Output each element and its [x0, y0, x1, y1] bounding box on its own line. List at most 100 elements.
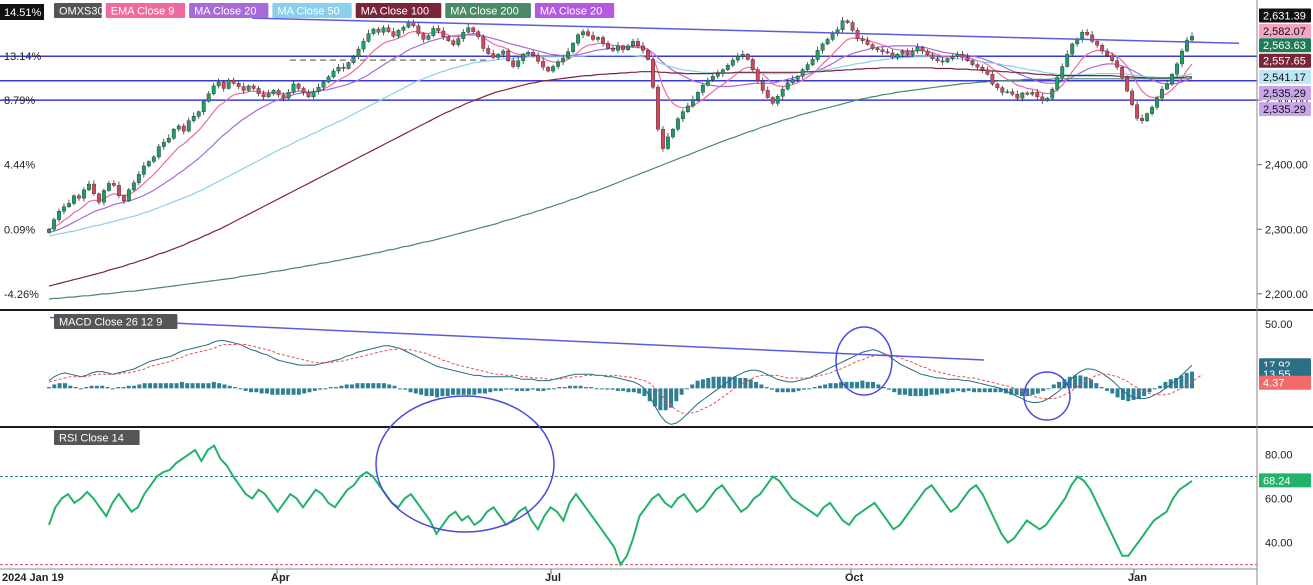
candle-body [426, 35, 431, 40]
candle[interactable] [850, 20, 855, 33]
candle-body [516, 60, 521, 67]
macd-hist-bar [552, 388, 557, 390]
macd-hist-bar [94, 385, 99, 389]
macd-hist-bar [541, 388, 546, 391]
candle-body [775, 96, 780, 104]
price-tick-2: 2,400.00 [1265, 160, 1308, 172]
macd-hist-bar [201, 383, 206, 389]
rsi-tick-0: 40.00 [1265, 538, 1293, 550]
candle-body [321, 81, 326, 88]
candle-body [765, 90, 770, 98]
candle[interactable] [655, 84, 660, 132]
candle-body [1010, 91, 1015, 95]
macd-hist-bar [461, 388, 466, 395]
macd-hist-bar [982, 388, 987, 393]
candle-body [296, 83, 301, 89]
macd-hist-bar [435, 388, 440, 398]
candle-body [121, 195, 126, 202]
candle-body [291, 83, 296, 93]
candle-body [536, 55, 541, 62]
candle-body [161, 141, 166, 147]
candle[interactable] [1070, 42, 1075, 57]
candle[interactable] [1055, 74, 1060, 92]
candle-body [591, 35, 595, 40]
candle-body [106, 183, 111, 191]
candle[interactable] [1170, 72, 1174, 86]
candle-body [176, 125, 181, 130]
candle[interactable] [171, 127, 176, 141]
legend-label-0: RSI Close 14 [59, 433, 124, 445]
macd-hist-bar [748, 379, 753, 389]
percent-tick-4: -4.26% [4, 289, 39, 301]
candle-body [925, 50, 930, 56]
macd-hist-bar [1078, 375, 1083, 389]
candle[interactable] [226, 78, 231, 90]
macd-hist-bar [892, 388, 897, 393]
candle[interactable] [1130, 88, 1135, 107]
candle-body [136, 174, 141, 183]
macd-hist-bar [1190, 371, 1194, 389]
candle-body [576, 34, 581, 44]
macd-hist-bar [546, 388, 551, 390]
candle-body [705, 79, 710, 86]
candle[interactable] [750, 57, 755, 72]
macd-hist-bar [1030, 388, 1035, 395]
candle[interactable] [646, 49, 650, 61]
candle-body [710, 76, 715, 81]
candle-body [1070, 43, 1075, 55]
candle-body [651, 59, 655, 88]
candle[interactable] [346, 61, 351, 70]
macd-hist-bar [764, 387, 769, 389]
candle-body [1175, 63, 1179, 75]
candle-body [930, 54, 935, 59]
candle-body [1040, 96, 1045, 101]
candle-body [1080, 32, 1085, 40]
candle[interactable] [651, 57, 655, 90]
candle[interactable] [571, 41, 576, 54]
candle-body [571, 43, 576, 52]
candle-body [1155, 97, 1160, 108]
macd-hist-bar [828, 383, 833, 389]
macd-hist-bar [413, 388, 418, 394]
candle[interactable] [1050, 87, 1055, 101]
candle-body [606, 43, 610, 49]
candle-body [1125, 77, 1130, 92]
candle-body [171, 128, 176, 139]
macd-hist-bar [663, 388, 668, 411]
price-legend: OMXS30 EMA Close 9 MA Close 20 MA Close 50 M… [54, 3, 615, 18]
candle[interactable] [126, 187, 131, 203]
macd-hist-bar [477, 388, 482, 394]
time-tick-1: Apr [271, 572, 291, 584]
macd-hist-bar [280, 388, 285, 395]
candle-body [665, 136, 670, 149]
candle[interactable] [52, 217, 56, 232]
candle-body [805, 64, 810, 70]
candle-body [371, 28, 376, 34]
candle[interactable] [755, 67, 760, 84]
candle-body [166, 138, 171, 143]
candle-body [206, 93, 211, 102]
macd-hist-bar [62, 383, 67, 389]
macd-hist-bar [339, 385, 344, 389]
macd-hist-bar [116, 387, 121, 389]
candle-body [411, 22, 416, 27]
candle-body [1075, 39, 1080, 45]
value-tag-0: 68.24 [1263, 475, 1291, 487]
candle[interactable] [745, 52, 750, 61]
candle-body [631, 41, 635, 47]
candle-body [646, 50, 650, 60]
candle-body [875, 48, 880, 50]
candle-body [421, 33, 426, 40]
macd-hist-bar [823, 384, 828, 389]
candle[interactable] [1145, 112, 1150, 123]
candle[interactable] [660, 125, 665, 152]
macd-hist-bar [743, 378, 748, 389]
legend-label-5: MA Close 200 [450, 6, 518, 18]
macd-hist-bar [222, 384, 227, 389]
candle-body [436, 28, 441, 32]
macd-hist-bar [195, 383, 200, 389]
candle-body [251, 85, 256, 89]
candle[interactable] [1125, 75, 1130, 93]
legend-label-4: MA Close 100 [361, 6, 429, 18]
macd-hist-bar [605, 388, 610, 390]
